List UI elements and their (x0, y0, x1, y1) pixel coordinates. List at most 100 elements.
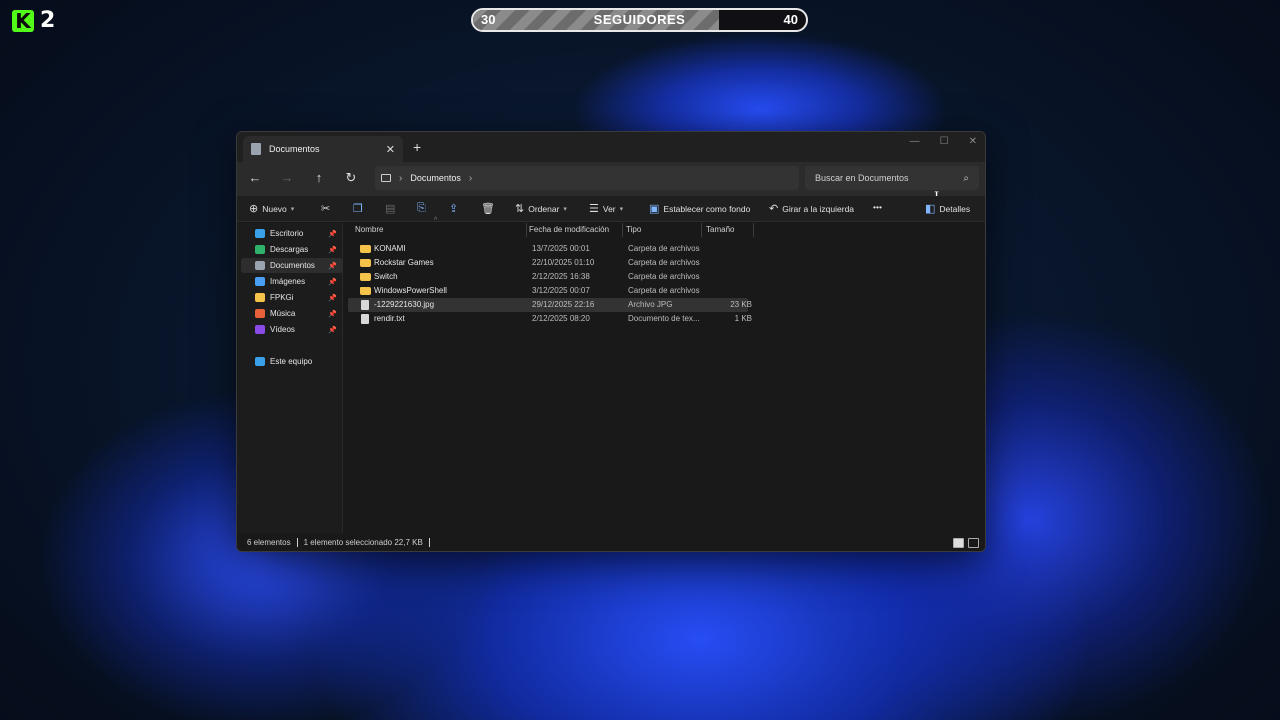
follower-goal-bar: 30 SEGUIDORES 40 (471, 8, 808, 32)
pin-icon[interactable]: 📌 (328, 262, 337, 270)
up-arrow-icon[interactable]: ↑ (311, 170, 327, 185)
pin-icon[interactable]: 📌 (328, 230, 337, 238)
tab-documentos[interactable]: Documentos ✕ (243, 136, 403, 162)
file-date: 13/7/2025 00:01 (532, 244, 590, 253)
folder-icon (360, 259, 371, 267)
follower-goal-end: 40 (783, 12, 798, 27)
column-header-size[interactable]: Tamaño (706, 223, 734, 237)
search-input[interactable]: Buscar en Documentos (815, 173, 963, 183)
chevron-down-icon: ▾ (563, 205, 567, 213)
view-toggle (953, 538, 979, 548)
sidebar-item-musica[interactable]: Música 📌 (241, 306, 343, 321)
view-label: Ver (602, 203, 616, 214)
file-name: KONAMI (374, 244, 406, 253)
column-divider[interactable] (526, 223, 527, 237)
sidebar-item-label: Este equipo (270, 357, 313, 366)
view-button[interactable]: ☰ Ver ▾ (589, 202, 623, 215)
column-divider[interactable] (701, 223, 702, 237)
sort-ascending-icon: ^ (434, 217, 438, 224)
brand-k-icon: K (12, 9, 34, 32)
column-header-type[interactable]: Tipo (626, 223, 641, 237)
tiles-view-icon[interactable] (968, 538, 979, 548)
search-icon[interactable]: ⌕ (963, 173, 969, 184)
maximize-button[interactable]: ☐ (940, 136, 949, 147)
file-type: Carpeta de archivos (628, 286, 700, 295)
copy-icon[interactable]: ❐ (353, 202, 363, 215)
follower-goal-label: SEGUIDORES (593, 12, 686, 27)
details-label: Detalles (939, 203, 971, 214)
close-button[interactable]: ✕ (969, 136, 977, 147)
pc-icon (381, 174, 391, 182)
file-row-rockstar-games[interactable]: Rockstar Games 22/10/2025 01:10 Carpeta … (348, 256, 748, 270)
document-icon (251, 143, 261, 155)
sidebar-item-videos[interactable]: Vídeos 📌 (241, 322, 343, 337)
view-icon: ☰ (589, 203, 599, 215)
back-arrow-icon[interactable]: ← (247, 170, 263, 185)
folder-icon (360, 245, 371, 253)
new-tab-button[interactable]: + (413, 139, 421, 155)
file-row-konami[interactable]: KONAMI 13/7/2025 00:01 Carpeta de archiv… (348, 242, 748, 256)
sidebar-item-este-equipo[interactable]: Este equipo (241, 354, 343, 369)
rotate-left-button[interactable]: ↶ Girar a la izquierda (769, 202, 854, 215)
breadcrumb-documentos[interactable]: Documentos (410, 173, 461, 183)
sidebar-item-fpkgi[interactable]: FPKGi 📌 (241, 290, 343, 305)
file-type: Carpeta de archivos (628, 244, 700, 253)
file-explorer-window: Documentos ✕ + — ☐ ✕ ← → ↑ ↻ › Documento… (236, 131, 986, 552)
sort-button[interactable]: ⇅ Ordenar ▾ (515, 202, 567, 215)
brand-number: 2 (40, 8, 56, 33)
file-row-rendir-txt[interactable]: rendir.txt 2/12/2025 08:20 Documento de … (348, 312, 752, 326)
file-name: rendir.txt (374, 314, 405, 323)
sidebar-item-documentos[interactable]: Documentos 📌 (241, 258, 343, 273)
file-date: 3/12/2025 00:07 (532, 286, 590, 295)
file-type: Archivo JPG (628, 300, 673, 309)
file-date: 22/10/2025 01:10 (532, 258, 595, 267)
status-bar: 6 elementos 1 elemento seleccionado 22,7… (237, 533, 985, 551)
new-button[interactable]: ⊕ Nuevo ▾ (249, 202, 294, 215)
file-row-jpg[interactable]: -1229221630.jpg 29/12/2025 22:16 Archivo… (348, 298, 752, 312)
search-box[interactable]: Buscar en Documentos ⌕ (805, 166, 979, 190)
column-divider[interactable] (753, 223, 754, 237)
chevron-down-icon: ▾ (290, 205, 295, 213)
rename-icon[interactable]: ⎘ (417, 202, 426, 215)
title-bar: Documentos ✕ + — ☐ ✕ (237, 132, 985, 162)
sidebar-item-descargas[interactable]: Descargas 📌 (241, 242, 343, 257)
address-bar[interactable]: › Documentos › (375, 166, 799, 190)
file-row-windowspowershell[interactable]: WindowsPowerShell 3/12/2025 00:07 Carpet… (348, 284, 748, 298)
minimize-button[interactable]: — (910, 136, 920, 147)
more-options-icon[interactable]: ••• (873, 202, 882, 212)
pin-icon[interactable]: 📌 (328, 326, 337, 334)
folder-icon (360, 287, 371, 295)
sidebar-item-escritorio[interactable]: Escritorio 📌 (241, 226, 343, 241)
music-icon (255, 309, 265, 318)
paste-icon[interactable]: ▤ (385, 202, 395, 215)
pictures-icon (255, 277, 265, 286)
column-header-name[interactable]: Nombre (355, 223, 383, 237)
column-divider[interactable] (622, 223, 623, 237)
set-background-button[interactable]: ▣ Establecer como fondo (649, 202, 750, 215)
pin-icon[interactable]: 📌 (328, 294, 337, 302)
cut-icon[interactable]: ✂ (321, 202, 330, 215)
chevron-right-icon[interactable]: › (469, 173, 472, 184)
file-date: 2/12/2025 08:20 (532, 314, 590, 323)
file-date: 29/12/2025 22:16 (532, 300, 595, 309)
tab-label: Documentos (269, 144, 320, 154)
share-icon[interactable]: ⇪ (449, 202, 458, 215)
tab-close-icon[interactable]: ✕ (386, 143, 395, 156)
folder-icon (255, 293, 265, 302)
image-file-icon (361, 300, 369, 310)
desktop-icon: ▣ (649, 203, 660, 215)
details-view-icon[interactable] (953, 538, 964, 548)
refresh-icon[interactable]: ↻ (343, 170, 359, 186)
column-header-date[interactable]: Fecha de modificación (529, 223, 609, 237)
sidebar-item-imagenes[interactable]: Imágenes 📌 (241, 274, 343, 289)
forward-arrow-icon[interactable]: → (279, 170, 295, 185)
pin-icon[interactable]: 📌 (328, 278, 337, 286)
pin-icon[interactable]: 📌 (328, 310, 337, 318)
chevron-right-icon[interactable]: › (399, 173, 402, 184)
sidebar-item-label: FPKGi (270, 293, 294, 302)
file-row-switch[interactable]: Switch 2/12/2025 16:38 Carpeta de archiv… (348, 270, 748, 284)
folder-icon (360, 273, 371, 281)
delete-icon[interactable]: 🗑 (481, 202, 495, 215)
details-button[interactable]: ◧ Detalles (925, 202, 970, 215)
pin-icon[interactable]: 📌 (328, 246, 337, 254)
